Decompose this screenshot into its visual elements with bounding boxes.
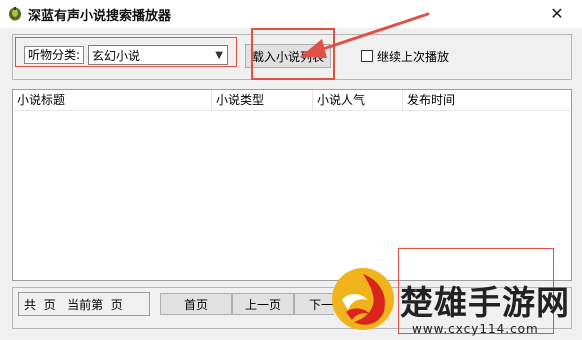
page-info: 共 页 当前第 页: [18, 292, 150, 316]
column-header-type[interactable]: 小说类型: [212, 90, 313, 110]
next-page-button[interactable]: 下一: [294, 293, 334, 315]
column-header-popularity[interactable]: 小说人气: [313, 90, 403, 110]
watermark-url: www.cxcy114.com: [412, 322, 539, 336]
column-header-date[interactable]: 发布时间: [403, 90, 571, 110]
app-icon: [9, 7, 21, 21]
close-icon: ✕: [550, 3, 564, 23]
column-header-title[interactable]: 小说标题: [13, 90, 212, 110]
watermark-logo-icon: [332, 268, 394, 330]
window-title: 深蓝有声小说搜索播放器: [28, 9, 172, 24]
resume-option[interactable]: 继续上次播放: [361, 47, 449, 65]
highlight-box-load-button: [251, 28, 335, 80]
resume-checkbox[interactable]: [361, 50, 373, 62]
resume-label: 继续上次播放: [377, 49, 450, 64]
first-page-button[interactable]: 首页: [160, 293, 232, 315]
watermark-brand: 楚雄手游网: [400, 283, 570, 322]
prev-page-button[interactable]: 上一页: [232, 293, 294, 315]
highlight-box-category: [15, 37, 237, 67]
close-button[interactable]: ✕: [534, 0, 580, 26]
list-header: 小说标题 小说类型 小说人气 发布时间: [13, 90, 571, 111]
